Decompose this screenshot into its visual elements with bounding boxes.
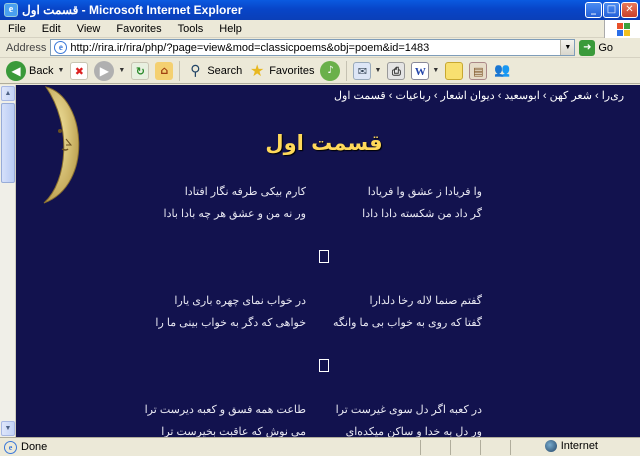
stop-button[interactable]: ✖ [70, 61, 89, 80]
address-input[interactable]: e http://rira.ir/rira/php/?page=view&mod… [50, 39, 576, 56]
title-bar: e قسمت اول - Microsoft Internet Explorer… [0, 0, 640, 20]
ie-logo-icon: e [4, 3, 18, 17]
toolbar-separator [346, 60, 348, 81]
favorites-label: Favorites [269, 64, 315, 77]
menu-edit[interactable]: Edit [34, 23, 69, 35]
go-button[interactable]: ➜ Go [579, 39, 614, 56]
go-label: Go [598, 41, 614, 54]
word-icon: W [411, 61, 430, 80]
refresh-button[interactable]: ↻ [131, 61, 150, 80]
status-divider [480, 440, 481, 455]
status-divider [510, 440, 511, 455]
address-label: Address [6, 41, 47, 54]
home-button[interactable]: ⌂ [155, 61, 174, 80]
poem-line: خواهی که دگر به خواب بینی ما را [155, 317, 306, 329]
poem-line: می نوش که عاقبت بخیرست ترا [161, 426, 306, 437]
poem-line: طاعت همه فسق و کعبه دیرست ترا [144, 404, 306, 416]
poem-line: گفتا که روی به خواب بی ما وانگه [333, 317, 482, 329]
globe-icon [544, 440, 557, 452]
address-dropdown-button[interactable]: ▼ [560, 40, 575, 55]
edit-dropdown-icon: ▼ [432, 67, 440, 74]
page-icon: e [54, 41, 68, 54]
favorites-button[interactable]: ★ Favorites [248, 60, 315, 80]
status-divider [450, 440, 451, 455]
standard-toolbar: ◀ Back ▼ ✖ ▶ ▼ ↻ ⌂ ⚲ Search ★ Favorites … [0, 58, 640, 84]
menu-file[interactable]: File [0, 23, 34, 35]
search-button[interactable]: ⚲ Search [186, 62, 242, 80]
menu-bar: File Edit View Favorites Tools Help [0, 20, 640, 38]
note-icon [445, 61, 464, 80]
minimize-button[interactable]: _ [585, 2, 602, 18]
discuss-button[interactable] [445, 61, 464, 80]
mail-dropdown-icon: ▼ [374, 67, 382, 74]
menu-favorites[interactable]: Favorites [108, 23, 169, 35]
poem-line: کارم بیکی طرفه نگار افتادا [184, 186, 306, 198]
forward-dropdown-icon[interactable]: ▼ [118, 67, 125, 74]
edit-button[interactable]: W ▼ [411, 61, 440, 80]
status-divider [420, 440, 421, 455]
menu-help[interactable]: Help [211, 23, 250, 35]
forward-arrow-icon: ▶ [94, 60, 115, 81]
poem-line: ور نه من و عشق هر چه بادا بادا [163, 208, 306, 220]
status-bar: e Done Internet [0, 437, 640, 456]
page-content: ری‌را › شعر کهن › ابوسعید › دیوان اشعار … [16, 85, 632, 437]
go-arrow-icon: ➜ [579, 39, 596, 56]
scroll-thumb[interactable] [1, 103, 15, 183]
scroll-up-button[interactable]: ▲ [1, 86, 15, 101]
back-arrow-icon: ◀ [6, 60, 26, 81]
back-label: Back [29, 64, 54, 77]
security-zone[interactable]: Internet [544, 440, 598, 452]
research-button[interactable]: ▤ [469, 61, 488, 80]
media-button[interactable]: ♪ [320, 60, 341, 81]
address-bar: Address e http://rira.ir/rira/php/?page=… [0, 38, 640, 58]
zone-label: Internet [560, 440, 598, 452]
window-title: قسمت اول - Microsoft Internet Explorer [22, 3, 243, 17]
messenger-icon: 👥 [494, 62, 511, 78]
menu-view[interactable]: View [69, 23, 109, 35]
back-dropdown-icon[interactable]: ▼ [57, 67, 64, 74]
back-button[interactable]: ◀ Back [6, 60, 54, 81]
breadcrumb[interactable]: ری‌را › شعر کهن › ابوسعید › دیوان اشعار … [334, 89, 624, 102]
refresh-icon: ↻ [131, 61, 150, 80]
messenger-button[interactable]: 👥 [493, 62, 511, 80]
star-icon: ★ [250, 60, 265, 80]
poem-line: گفتم صنما لاله رخا دلدارا [369, 295, 482, 307]
book-icon: ▤ [469, 61, 488, 80]
poem-line: گر داد من شکسته دادا دادا [362, 208, 482, 220]
printer-icon: ⎙ [387, 61, 406, 80]
print-button[interactable]: ⎙ [387, 61, 406, 80]
stanza-separator [319, 250, 329, 263]
windows-flag-icon [604, 20, 640, 38]
search-icon: ⚲ [190, 62, 201, 79]
maximize-button[interactable]: □ [603, 2, 620, 18]
forward-button[interactable]: ▶ [94, 60, 115, 81]
poem-line: وا فریادا ز عشق وا فریادا [367, 186, 482, 198]
page-done-icon: e [4, 440, 17, 454]
search-label: Search [207, 64, 243, 77]
home-icon: ⌂ [155, 61, 174, 80]
menu-tools[interactable]: Tools [170, 23, 212, 35]
status-text: Done [21, 441, 48, 453]
stanza-separator [319, 359, 329, 372]
scroll-down-button[interactable]: ▼ [1, 421, 15, 436]
vertical-scrollbar[interactable]: ▲ ▼ [0, 85, 16, 437]
poem-line: در خواب نمای چهره باری یارا [174, 295, 306, 307]
mail-icon: ✉ [353, 61, 372, 80]
page-edge [632, 85, 640, 437]
stop-icon: ✖ [70, 61, 89, 80]
address-url[interactable]: http://rira.ir/rira/php/?page=view&mod=c… [70, 42, 560, 54]
media-icon: ♪ [320, 60, 341, 81]
poem-line: ور دل به خدا و ساکن میکده‌ای [345, 426, 482, 437]
mail-button[interactable]: ✉ ▼ [353, 61, 382, 80]
poem-line: در کعبه اگر دل سوی غیرست ترا [335, 404, 482, 416]
toolbar-separator [179, 60, 181, 81]
close-button[interactable]: ✕ [621, 2, 638, 18]
page-title: قسمت اول [265, 131, 383, 155]
